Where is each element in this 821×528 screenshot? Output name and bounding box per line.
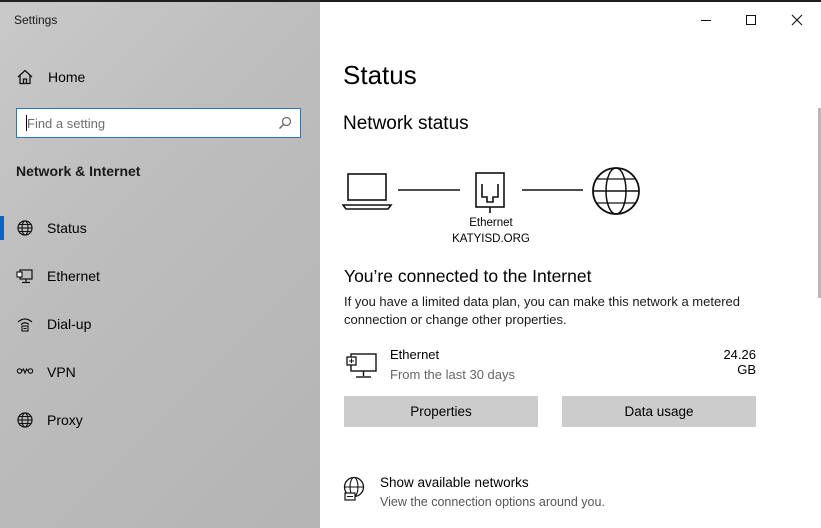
network-diagram: Ethernet KATYISD.ORG <box>342 162 642 252</box>
ethernet-monitor-icon <box>346 353 377 378</box>
data-usage-amount: 24.26 GB <box>723 347 756 377</box>
show-networks-description: View the connection options around you. <box>380 495 605 509</box>
window-title: Settings <box>14 13 58 27</box>
ethernet-monitor-icon <box>16 269 33 284</box>
dialup-icon <box>17 318 33 332</box>
maximize-icon <box>746 15 756 25</box>
section-title: Network & Internet <box>16 163 141 179</box>
vpn-icon <box>16 367 34 375</box>
sidebar-item-proxy[interactable]: Proxy <box>0 400 320 440</box>
sidebar-item-dial-up[interactable]: Dial-up <box>0 304 320 344</box>
show-networks-link[interactable]: Show available networks <box>380 475 529 490</box>
network-name: KATYISD.ORG <box>452 233 530 245</box>
sidebar-item-label: Status <box>47 220 87 236</box>
sidebar-item-ethernet[interactable]: Ethernet <box>0 256 320 296</box>
page-title: Status <box>343 60 417 90</box>
sidebar-item-label: Proxy <box>47 412 83 428</box>
minimize-button[interactable] <box>686 6 726 34</box>
main-content: Status Network status Ethernet KATYISD.O… <box>320 2 821 528</box>
adapter-label: Ethernet <box>469 217 513 229</box>
maximize-button[interactable] <box>731 6 771 34</box>
network-diagram-graphic <box>342 167 640 215</box>
search-icon[interactable] <box>278 116 292 130</box>
sidebar-item-label: VPN <box>47 364 76 380</box>
globe-icon <box>592 167 640 215</box>
home-icon <box>17 69 33 85</box>
connection-name: Ethernet <box>390 347 440 362</box>
data-usage-button[interactable]: Data usage <box>562 396 756 427</box>
network-status-heading: Network status <box>343 113 469 134</box>
search-input[interactable] <box>27 114 267 132</box>
home-link[interactable]: Home <box>16 66 85 88</box>
connected-heading: You’re connected to the Internet <box>344 266 592 286</box>
sidebar-item-label: Dial-up <box>47 316 92 332</box>
sidebar: Settings Home Network & Internet Status <box>0 2 320 528</box>
sidebar-item-label: Ethernet <box>47 268 100 284</box>
close-icon <box>791 14 803 26</box>
metered-description: If you have a limited data plan, you can… <box>344 294 740 327</box>
sidebar-item-status[interactable]: Status <box>0 208 320 248</box>
properties-button[interactable]: Properties <box>344 396 538 427</box>
network-globe-icon[interactable] <box>342 476 368 502</box>
ethernet-port-icon <box>475 172 505 213</box>
globe-icon <box>17 412 33 428</box>
search-box[interactable] <box>16 108 301 138</box>
laptop-icon <box>342 173 393 210</box>
sidebar-item-vpn[interactable]: VPN <box>0 352 320 392</box>
selected-indicator <box>0 216 4 240</box>
globe-icon <box>17 220 33 236</box>
home-label: Home <box>48 69 86 85</box>
minimize-icon <box>701 20 711 21</box>
connection-period: From the last 30 days <box>390 367 515 382</box>
close-button[interactable] <box>777 6 817 34</box>
